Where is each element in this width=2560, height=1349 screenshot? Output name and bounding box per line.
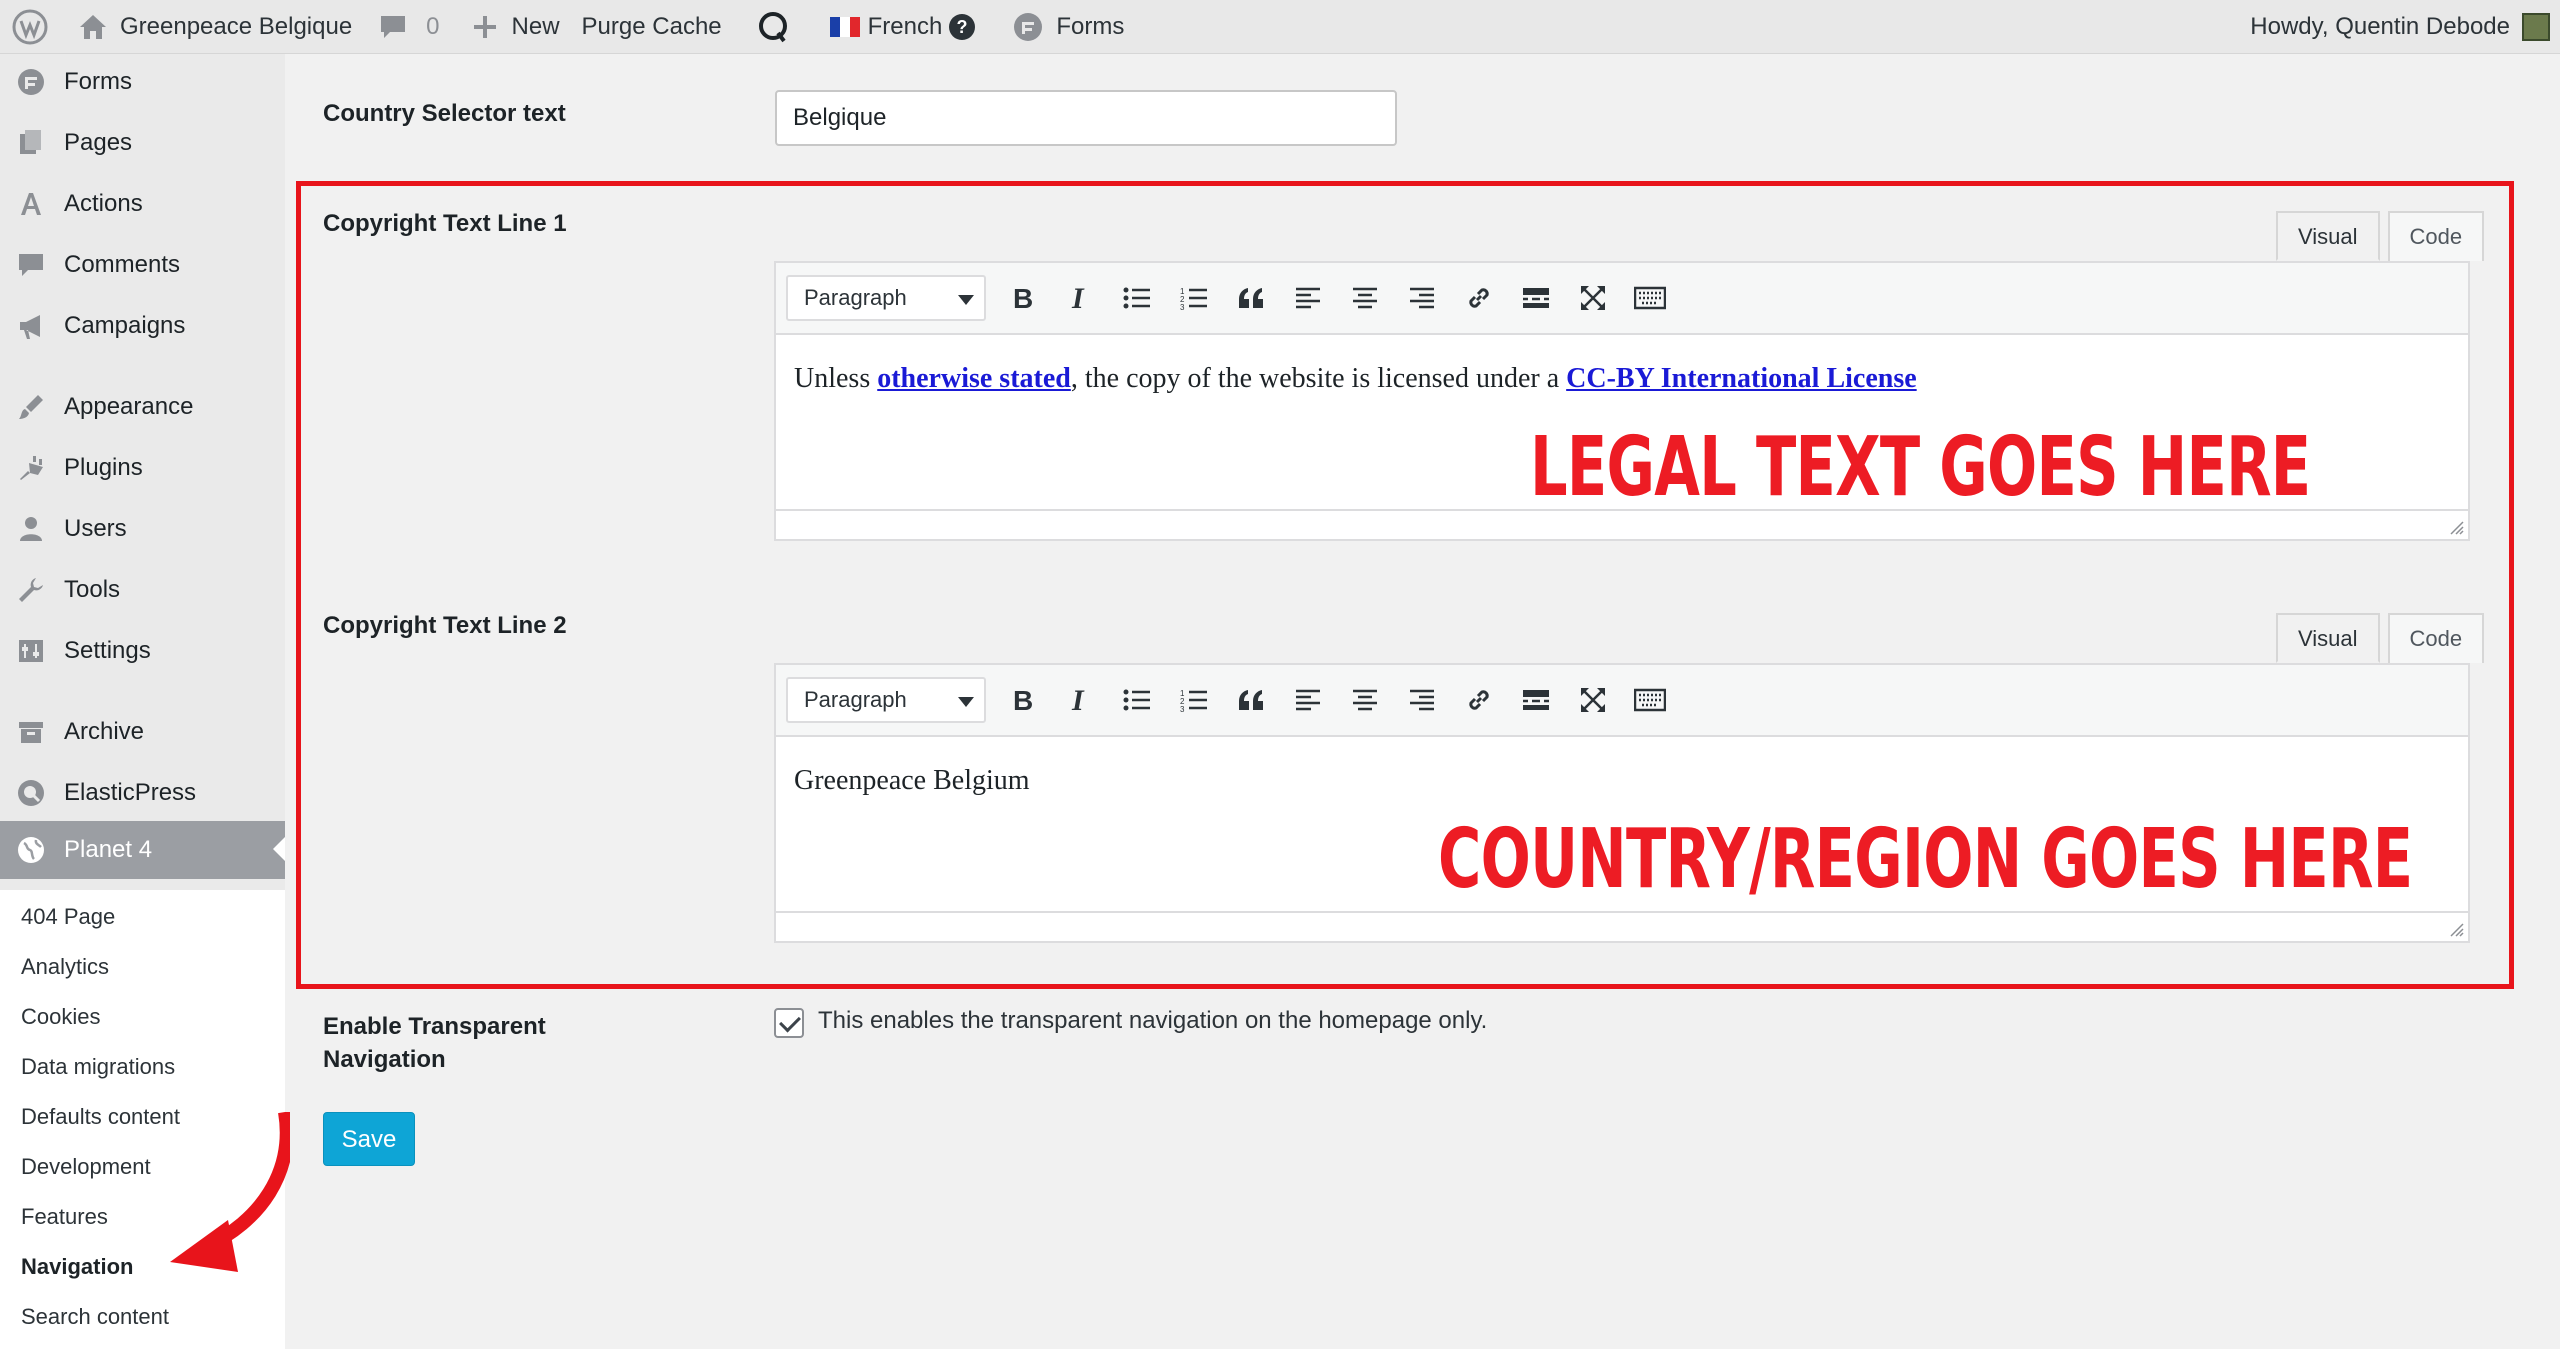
plugins-icon bbox=[14, 451, 48, 485]
forms-icon bbox=[1014, 12, 1043, 41]
country-selector-label: Country Selector text bbox=[323, 100, 566, 127]
submenu-item-data-migrations[interactable]: Data migrations bbox=[21, 1050, 175, 1084]
elasticpress-icon bbox=[14, 776, 48, 810]
account-menu[interactable]: Howdy, Quentin Debode bbox=[2250, 12, 2560, 41]
howdy-text: Howdy, Quentin Debode bbox=[2250, 12, 2510, 40]
sidebar-item-settings[interactable]: Settings bbox=[0, 623, 285, 679]
submenu-item-development[interactable]: Development bbox=[21, 1150, 151, 1184]
home-icon bbox=[80, 14, 106, 39]
comments-icon bbox=[14, 248, 48, 282]
transparent-nav-label-line1: Enable Transparent bbox=[323, 1013, 546, 1040]
sidebar-item-plugins[interactable]: Plugins bbox=[0, 440, 285, 496]
comments-link[interactable]: 0 bbox=[364, 0, 451, 54]
new-label: New bbox=[511, 12, 560, 40]
sidebar-item-actions[interactable]: Actions bbox=[0, 176, 285, 232]
sidebar-item-label: Appearance bbox=[64, 393, 194, 420]
transparent-nav-label-line2: Navigation bbox=[323, 1046, 446, 1073]
submenu-item-cookies[interactable]: Cookies bbox=[21, 1000, 100, 1034]
sidebar-item-planet4[interactable]: Planet 4 bbox=[0, 821, 285, 879]
sidebar-item-pages[interactable]: Pages bbox=[0, 115, 285, 171]
wordpress-icon bbox=[12, 9, 48, 44]
sidebar-item-label: Archive bbox=[64, 718, 145, 745]
megaphone-icon bbox=[14, 309, 48, 343]
highlight-box-annotation bbox=[296, 181, 2514, 989]
country-selector-input[interactable]: Belgique bbox=[775, 90, 1397, 146]
paintbrush-icon bbox=[14, 390, 48, 424]
wordpress-logo-button[interactable] bbox=[0, 0, 60, 54]
purge-cache-label: Purge Cache bbox=[581, 12, 722, 40]
settings-icon bbox=[14, 634, 48, 668]
forms-link[interactable]: Forms bbox=[988, 0, 1136, 54]
french-flag-icon bbox=[829, 16, 860, 37]
submenu-item-features[interactable]: Features bbox=[21, 1200, 108, 1234]
new-content-link[interactable]: New bbox=[452, 0, 572, 54]
plus-icon bbox=[473, 15, 496, 38]
save-button[interactable]: Save bbox=[323, 1112, 415, 1166]
actions-icon bbox=[14, 187, 48, 221]
forms-icon bbox=[14, 65, 48, 99]
sidebar-item-label: Planet 4 bbox=[64, 836, 153, 863]
sidebar-item-label: Plugins bbox=[64, 454, 143, 481]
red-arrow-annotation bbox=[170, 1112, 290, 1272]
sidebar-item-appearance[interactable]: Appearance bbox=[0, 379, 285, 435]
sidebar-item-elasticpress[interactable]: ElasticPress bbox=[0, 765, 285, 821]
admin-bar: Greenpeace Belgique 0 New Purge Cache Fr… bbox=[0, 0, 2560, 54]
pages-icon bbox=[14, 126, 48, 160]
users-icon bbox=[14, 512, 48, 546]
comment-bubble-icon bbox=[381, 15, 406, 38]
help-icon[interactable]: ? bbox=[948, 13, 976, 41]
sidebar-item-label: Users bbox=[64, 515, 127, 542]
site-name-link[interactable]: Greenpeace Belgique bbox=[60, 0, 364, 54]
sidebar-item-label: ElasticPress bbox=[64, 779, 197, 806]
sidebar-item-label: Pages bbox=[64, 129, 133, 156]
forms-label: Forms bbox=[1056, 12, 1125, 40]
sidebar-item-comments[interactable]: Comments bbox=[0, 237, 285, 293]
sidebar-item-label: Tools bbox=[64, 576, 121, 603]
language-switcher[interactable]: French ? bbox=[804, 0, 989, 54]
query-monitor-link[interactable] bbox=[734, 0, 804, 54]
sidebar-item-label: Comments bbox=[64, 251, 181, 278]
sidebar-item-archive[interactable]: Archive bbox=[0, 704, 285, 760]
sidebar-item-label: Settings bbox=[64, 637, 151, 664]
transparent-nav-description: This enables the transparent navigation … bbox=[818, 1007, 1488, 1034]
query-monitor-icon bbox=[758, 11, 787, 42]
comments-count: 0 bbox=[426, 12, 440, 40]
site-name: Greenpeace Belgique bbox=[120, 12, 353, 40]
avatar bbox=[2522, 12, 2550, 41]
submenu-item-search-content[interactable]: Search content bbox=[21, 1300, 169, 1334]
language-label: French bbox=[867, 12, 943, 40]
svg-text:?: ? bbox=[957, 17, 968, 37]
submenu-item-analytics[interactable]: Analytics bbox=[21, 950, 109, 984]
archive-icon bbox=[14, 715, 48, 749]
submenu-item-navigation[interactable]: Navigation bbox=[21, 1250, 133, 1284]
globe-icon bbox=[14, 833, 48, 867]
wrench-icon bbox=[14, 573, 48, 607]
submenu-item-404-page[interactable]: 404 Page bbox=[21, 900, 115, 934]
sidebar-item-tools[interactable]: Tools bbox=[0, 562, 285, 618]
transparent-nav-checkbox[interactable] bbox=[774, 1008, 804, 1038]
sidebar-item-label: Forms bbox=[64, 68, 132, 95]
sidebar-item-label: Campaigns bbox=[64, 312, 186, 339]
sidebar-item-label: Actions bbox=[64, 190, 143, 217]
sidebar-item-users[interactable]: Users bbox=[0, 501, 285, 557]
sidebar-item-forms[interactable]: Forms bbox=[0, 54, 285, 110]
sidebar-item-campaigns[interactable]: Campaigns bbox=[0, 298, 285, 354]
purge-cache-link[interactable]: Purge Cache bbox=[572, 0, 734, 54]
